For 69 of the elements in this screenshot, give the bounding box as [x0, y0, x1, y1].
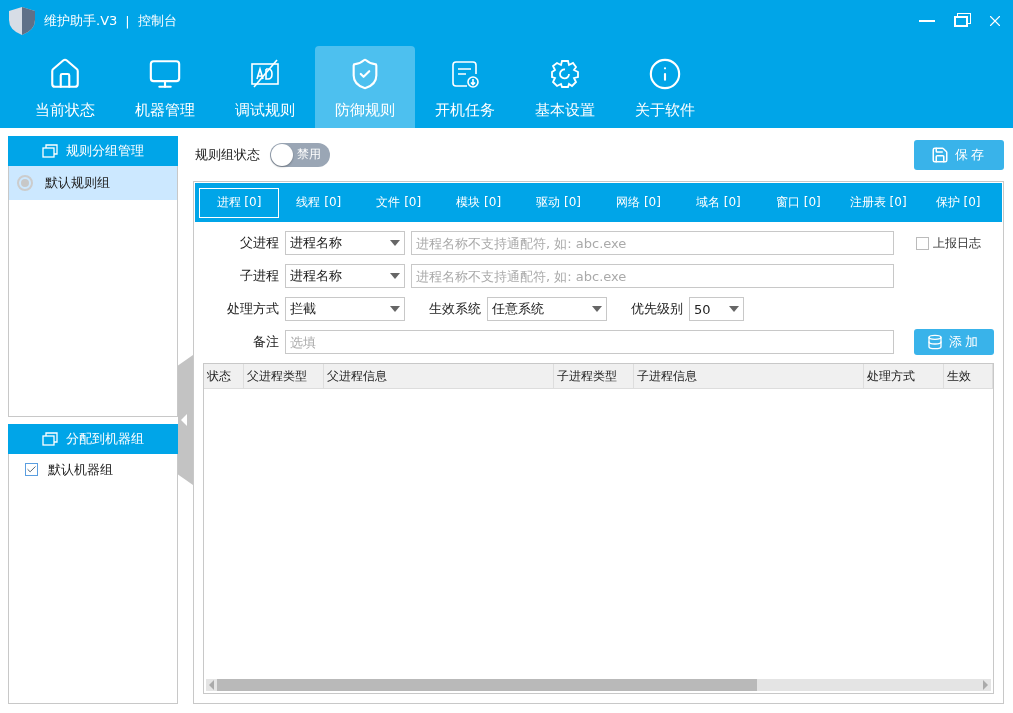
process-input[interactable]: 进程名称不支持通配符, 如: abc.exe [411, 231, 894, 255]
caret-icon [592, 306, 602, 312]
column-header: 父进程类型 [244, 364, 324, 388]
rule-tab[interactable]: 域名 [0] [678, 187, 759, 218]
field-label: 处理方式 [226, 300, 279, 318]
nav-tab[interactable]: 防御规则 [315, 46, 415, 128]
checkbox[interactable] [916, 236, 929, 250]
rule-tab[interactable]: 网络 [0] [598, 187, 679, 218]
rule-tab[interactable]: 保护 [0] [918, 187, 999, 218]
window-title: 维护助手.V3 [44, 12, 118, 30]
column-header: 处理方式 [864, 364, 944, 388]
nav-tab[interactable]: 机器管理 [115, 46, 215, 128]
system-dropdown[interactable]: 任意系统 [487, 297, 607, 321]
add-button[interactable]: 添加 [914, 329, 994, 355]
shield-logo-icon [8, 6, 36, 36]
rule-tab[interactable]: 注册表 [0] [838, 187, 919, 218]
type-dropdown[interactable]: 进程名称 [285, 264, 405, 288]
rule-tab[interactable]: 进程 [0] [199, 187, 279, 218]
radio-button[interactable] [17, 175, 33, 191]
machine-group-label: 默认机器组 [48, 460, 113, 479]
rule-tab[interactable]: 驱动 [0] [518, 187, 599, 218]
type-dropdown[interactable]: 进程名称 [285, 231, 405, 255]
window-icon [42, 144, 58, 158]
checkbox-label: 上报日志 [933, 234, 981, 252]
nav-tab[interactable]: 调试规则 [215, 46, 315, 128]
database-icon [927, 334, 943, 350]
nav-tab[interactable]: 开机任务 [415, 46, 515, 128]
column-header: 子进程信息 [634, 364, 864, 388]
caret-icon [390, 306, 400, 312]
info-icon [648, 57, 682, 91]
field-label: 父进程 [239, 234, 279, 252]
save-button[interactable]: 保存 [914, 139, 1004, 170]
gear-icon [548, 57, 582, 91]
caret-icon [390, 240, 400, 246]
home-icon [48, 57, 82, 91]
field-label: 备注 [252, 333, 279, 351]
group-list-item[interactable]: 默认规则组 [9, 166, 177, 200]
checkbox[interactable] [25, 463, 38, 476]
column-header: 子进程类型 [554, 364, 634, 388]
rule-tab[interactable]: 模块 [0] [438, 187, 519, 218]
minimize-icon [919, 20, 935, 22]
panel-title: 分配到机器组 [66, 429, 144, 448]
priority-dropdown[interactable]: 50 [689, 297, 744, 321]
monitor-icon [148, 57, 182, 91]
rule-tab[interactable]: 窗口 [0] [758, 187, 839, 218]
action-dropdown[interactable]: 拦截 [285, 297, 405, 321]
nav-tab[interactable]: 关于软件 [615, 46, 715, 128]
panel-title: 规则分组管理 [66, 142, 144, 160]
field-label: 优先级别 [631, 300, 683, 318]
rule-tab[interactable]: 线程 [0] [278, 187, 359, 218]
status-label: 规则组状态 [195, 145, 260, 164]
status-toggle[interactable]: 禁用 [270, 142, 330, 167]
window-icon [42, 431, 58, 446]
note-input[interactable]: 选填 [285, 330, 894, 354]
field-label: 子进程 [239, 267, 279, 285]
field-label: 生效系统 [429, 300, 481, 318]
nav-tab[interactable]: 基本设置 [515, 46, 615, 128]
caret-icon [390, 273, 400, 279]
process-input[interactable]: 进程名称不支持通配符, 如: abc.exe [411, 264, 894, 288]
column-header: 生效 [944, 364, 993, 388]
horizontal-scrollbar[interactable] [206, 679, 991, 691]
nav-tab[interactable]: 当前状态 [15, 46, 115, 128]
column-header: 状态 [204, 364, 244, 388]
window-subtitle: 控制台 [137, 12, 177, 30]
rule-tab[interactable]: 文件 [0] [358, 187, 439, 218]
column-header: 父进程信息 [324, 364, 554, 388]
save-icon [931, 145, 949, 164]
title-separator: | [125, 13, 130, 29]
caret-icon [729, 306, 739, 312]
